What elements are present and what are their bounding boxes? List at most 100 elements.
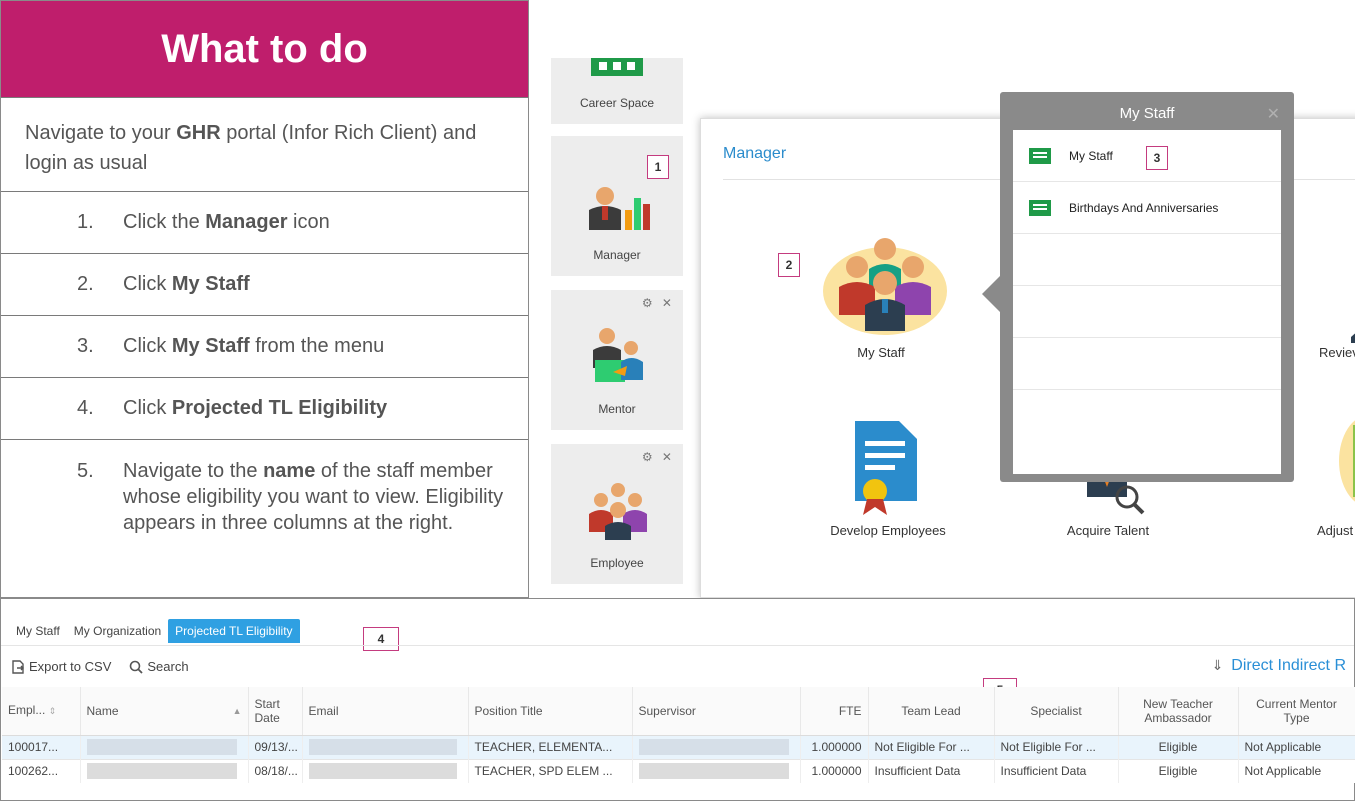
export-label: Export to CSV (29, 659, 112, 674)
cell-supervisor-redacted (632, 735, 801, 759)
menu-item-birthdays[interactable]: Birthdays And Anniversaries (1013, 182, 1281, 234)
step-text: Click My Staff (123, 273, 250, 295)
tile-label: Manager (593, 248, 641, 262)
staff-table: Empl... ⇕ Name ▲ Start Date Email Positio… (2, 687, 1355, 783)
adjust-icon (1339, 420, 1355, 502)
step-2: 2. Click My Staff (1, 254, 528, 316)
divider (1, 645, 1354, 646)
menu-pointer (982, 276, 1000, 312)
filter-dropdown[interactable]: ⇓ Direct Indirect R (1212, 657, 1346, 675)
app-label: My Staff (857, 345, 905, 360)
column-header[interactable]: New Teacher Ambassador (1118, 687, 1239, 736)
tile-employee[interactable]: ⚙ ✕ Employee (551, 444, 683, 584)
app-adjust[interactable] (1329, 411, 1355, 511)
column-header[interactable]: Position Title (468, 687, 633, 736)
step-text: Click My Staff from the menu (123, 335, 385, 357)
cell-specialist: Insufficient Data (994, 758, 1119, 783)
step-text: Click Projected TL Eligibility (123, 397, 388, 419)
cell-name-redacted (80, 735, 249, 759)
review-icon (1351, 333, 1355, 343)
app-label: Acquire Talent (1066, 523, 1150, 538)
callout-1: 1 (647, 155, 669, 179)
menu-body: My Staff Birthdays And Anniversaries (1013, 130, 1281, 474)
menu-title: My Staff (1119, 104, 1175, 122)
list-icon (1029, 199, 1051, 216)
step-4: 4. Click Projected TL Eligibility (1, 378, 528, 440)
cell-email-redacted (302, 758, 469, 783)
portal-screenshot: Career Space Manager 1 ⚙ ✕ Mentor ⚙ ✕ Em… (529, 0, 1355, 598)
cell-nta: Eligible (1118, 735, 1239, 759)
app-review[interactable] (1321, 233, 1355, 343)
column-header[interactable]: Current Mentor Type (1238, 687, 1355, 736)
cell-email-redacted (302, 735, 469, 759)
app-develop-employees[interactable] (841, 417, 927, 517)
instructions-intro: Navigate to your GHR portal (Infor Rich … (1, 98, 528, 192)
table-header-row: Empl... ⇕ Name ▲ Start Date Email Positio… (2, 687, 1355, 736)
column-header[interactable]: FTE (800, 687, 869, 736)
intro-bold: GHR (176, 122, 221, 144)
intro-text: Navigate to your (25, 122, 177, 144)
cell-team-lead: Insufficient Data (868, 758, 995, 783)
tile-label: Employee (590, 556, 644, 570)
column-header[interactable]: Empl... ⇕ (2, 687, 81, 736)
tile-label: Mentor (598, 402, 636, 416)
tab-projected-tl-eligibility[interactable]: Projected TL Eligibility (168, 619, 300, 643)
column-header[interactable]: Name ▲ (80, 687, 249, 736)
cell-name-redacted (80, 758, 249, 783)
instructions-heading: What to do (1, 1, 528, 98)
cell-specialist: Not Eligible For ... (994, 735, 1119, 759)
search-icon (130, 660, 144, 674)
tile-controls[interactable]: ⚙ ✕ (642, 450, 675, 464)
callout-4: 4 (363, 627, 399, 651)
cell-start: 08/18/... (248, 758, 303, 783)
tile-controls[interactable]: ⚙ ✕ (642, 296, 675, 310)
column-header[interactable]: Start Date (248, 687, 303, 736)
menu-empty-row (1013, 390, 1281, 442)
cell-fte: 1.000000 (800, 758, 869, 783)
cell-nta: Eligible (1118, 758, 1239, 783)
column-header[interactable]: Team Lead (868, 687, 995, 736)
step-number: 2. (77, 273, 94, 295)
menu-empty-row (1013, 286, 1281, 338)
step-3: 3. Click My Staff from the menu (1, 316, 528, 378)
manager-panel-title: Manager (723, 145, 787, 162)
callout-2: 2 (778, 253, 800, 277)
instructions-panel: What to do Navigate to your GHR portal (… (0, 0, 529, 598)
tile-mentor[interactable]: ⚙ ✕ Mentor (551, 290, 683, 430)
search-label: Search (147, 659, 189, 674)
tab-my-staff[interactable]: My Staff (9, 619, 67, 643)
grid-toolbar: Export to CSV Search (11, 659, 189, 674)
tile-career-space[interactable]: Career Space (551, 58, 683, 124)
menu-empty-row (1013, 234, 1281, 286)
cell-position: TEACHER, SPD ELEM ... (468, 758, 633, 783)
step-number: 3. (77, 335, 94, 357)
employee-icon (589, 483, 647, 540)
search-button[interactable]: Search (129, 659, 189, 674)
career-space-icon (591, 58, 643, 76)
column-header[interactable]: Email (302, 687, 469, 736)
cell-mentor: Not Applicable (1238, 735, 1355, 759)
export-csv-button[interactable]: Export to CSV (11, 659, 111, 674)
table-row[interactable]: 100017... 09/13/... TEACHER, ELEMENTA...… (2, 735, 1355, 759)
my-staff-icon (823, 238, 947, 335)
column-header[interactable]: Specialist (994, 687, 1119, 736)
mentor-icon (593, 328, 643, 382)
tab-my-organization[interactable]: My Organization (67, 619, 168, 643)
step-number: 1. (77, 211, 94, 233)
cell-empl: 100262... (2, 758, 81, 783)
manager-icon (589, 187, 650, 230)
column-header[interactable]: Supervisor (632, 687, 801, 736)
table-row[interactable]: 100262... 08/18/... TEACHER, SPD ELEM ..… (2, 758, 1355, 783)
close-icon[interactable]: ✕ (1267, 104, 1280, 124)
app-label: Reviev (1319, 345, 1355, 360)
list-icon (1029, 147, 1051, 164)
menu-item-label: My Staff (1069, 148, 1113, 163)
step-number: 5. (77, 460, 94, 482)
app-my-staff[interactable] (815, 229, 955, 349)
step-1: 1. Click the Manager icon (1, 192, 528, 254)
develop-employees-icon (855, 421, 917, 515)
step-text: Click the Manager icon (123, 211, 330, 233)
step-text: Navigate to the name of the staff member… (123, 460, 504, 534)
cell-mentor: Not Applicable (1238, 758, 1355, 783)
cell-empl: 100017... (2, 735, 81, 759)
